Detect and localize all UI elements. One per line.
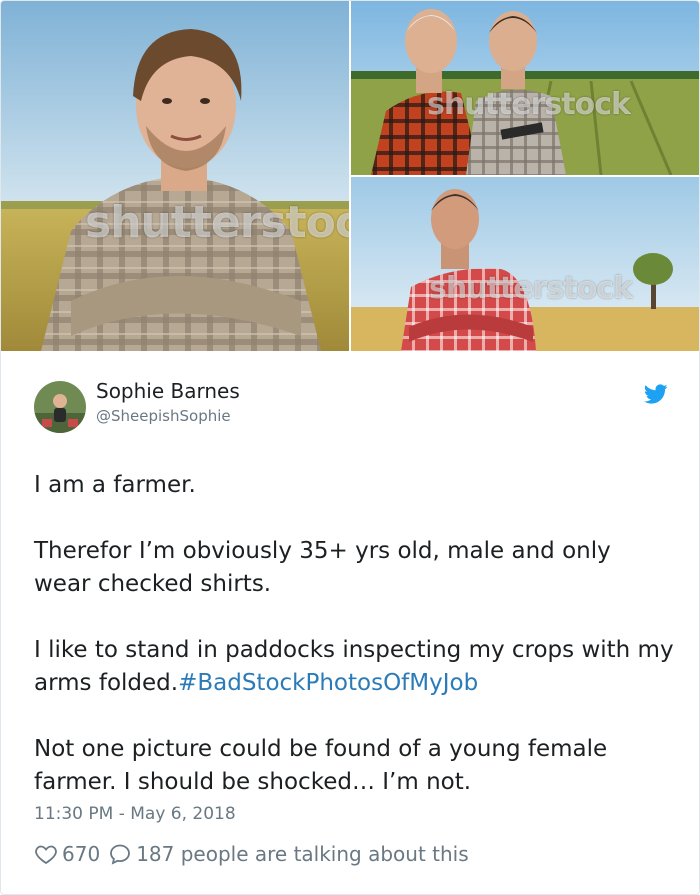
tweet-line-3-container: I like to stand in paddocks inspecting m… <box>34 634 674 700</box>
speech-bubble-icon-svg <box>110 844 131 865</box>
author-avatar[interactable] <box>34 381 86 433</box>
photo-two-farmers-field[interactable]: shutterstock <box>351 1 699 175</box>
author-avatar-image <box>34 381 86 433</box>
watermark-top-right: shutterstock <box>427 87 631 122</box>
speech-bubble-icon[interactable] <box>108 842 132 866</box>
tweet-line-4: Not one picture could be found of a youn… <box>34 736 608 795</box>
tweet-body: I am a farmer. Therefor I’m obviously 35… <box>34 469 674 799</box>
tweet-timestamp[interactable]: 11:30 PM - May 6, 2018 <box>34 804 236 824</box>
photo-farmer-red-shirt[interactable]: shutterstock <box>351 177 699 351</box>
photo-farmer-red-shirt-image <box>351 177 699 351</box>
watermark-left: shutterstoc <box>85 197 349 248</box>
author-display-name[interactable]: Sophie Barnes <box>96 379 240 403</box>
twitter-bird-icon-svg <box>643 384 668 404</box>
twitter-bird-icon[interactable] <box>643 382 669 406</box>
tweet-line-1: I am a farmer. <box>34 472 196 498</box>
author-handle[interactable]: @SheepishSophie <box>96 407 231 425</box>
heart-icon[interactable] <box>34 842 58 866</box>
tweet-line-2: Therefor I’m obviously 35+ yrs old, male… <box>34 538 611 597</box>
photo-farmer-arms-folded-image <box>1 1 349 351</box>
tweet-card: shutterstoc shutterstock shutterstock So… <box>0 0 700 895</box>
watermark-bottom-right: shutterstock <box>429 271 633 306</box>
photo-grid: shutterstoc shutterstock shutterstock <box>1 1 699 351</box>
heart-icon-svg <box>35 845 57 865</box>
hashtag-link[interactable]: #BadStockPhotosOfMyJob <box>178 670 478 696</box>
tweet-actions: 670 187 people are talking about this <box>34 841 479 867</box>
conversation-count[interactable]: 187 people are talking about this <box>136 842 468 866</box>
likes-count[interactable]: 670 <box>62 842 100 866</box>
photo-farmer-arms-folded[interactable]: shutterstoc <box>1 1 349 351</box>
